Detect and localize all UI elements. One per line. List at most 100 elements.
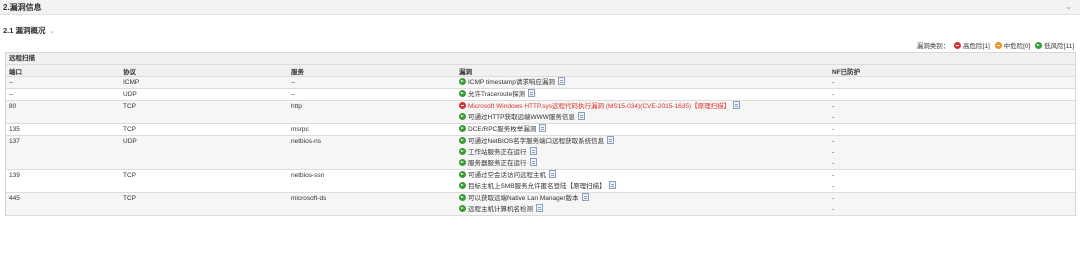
low-risk-icon	[459, 78, 466, 85]
document-icon[interactable]	[581, 193, 589, 201]
high-risk-icon	[459, 102, 466, 109]
vuln-name-link[interactable]: 远程主机计算机名检测	[468, 206, 533, 213]
low-risk-icon	[459, 148, 466, 155]
cell-protocol: ICMP	[123, 79, 140, 86]
table-caption: 远程扫描	[6, 53, 1075, 65]
section-title: 2.漏洞信息	[3, 3, 42, 12]
vuln-item[interactable]: DCE/RPC服务枚举漏洞	[459, 124, 826, 135]
vuln-item[interactable]: 允许Traceroute探测	[459, 89, 826, 100]
vuln-item[interactable]: 工作站服务正在运行	[459, 147, 826, 158]
chevron-down-icon[interactable]: ⌄	[49, 26, 55, 35]
cell-service: --	[291, 91, 296, 98]
vuln-name-link[interactable]: 可以获取远端Native Lan Manager版本	[468, 195, 579, 202]
cell-port: 80	[9, 103, 17, 110]
low-risk-icon	[459, 194, 466, 201]
cell-nf-protected: -	[832, 103, 835, 110]
subsection-title-text: 2.1 漏洞概况	[3, 26, 46, 35]
cell-port: --	[9, 91, 14, 98]
cell-protocol: UDP	[123, 138, 137, 145]
table-row: 139 TCP netbios-ssn 可通过空会话访问远程主机 目标主机上SMB服务允…	[6, 169, 1075, 193]
header-protocol: 协议	[120, 65, 288, 77]
vuln-item[interactable]: 远程主机计算机名检测	[459, 204, 826, 215]
remote-scan-table: 远程扫描 端口 协议 服务 漏洞 NF已防护 -- ICMP -- ICMP time…	[5, 52, 1076, 216]
low-risk-icon	[1035, 42, 1043, 49]
table-row: 137 UDP netbios-ns 可通过NetBIOS名字服务端口远程获取系统信息…	[6, 135, 1075, 170]
vuln-name-link[interactable]: 允许Traceroute探测	[468, 91, 525, 98]
cell-service: --	[291, 79, 296, 86]
cell-nf-protected: -	[832, 126, 835, 133]
cell-protocol: TCP	[123, 172, 136, 179]
table-row: -- UDP -- 允许Traceroute探测 -	[6, 88, 1075, 101]
legend-mid: 中危险[0]	[994, 42, 1031, 50]
document-icon[interactable]	[607, 136, 615, 144]
cell-protocol: TCP	[123, 126, 136, 133]
document-icon[interactable]	[536, 204, 543, 212]
document-icon[interactable]	[539, 124, 547, 132]
vuln-item[interactable]: 服务器服务正在运行	[459, 158, 826, 169]
cell-service: microsoft-ds	[291, 195, 327, 202]
cell-service: http	[291, 103, 302, 110]
header-vuln: 漏洞	[456, 65, 829, 77]
legend-mid-label: 中危险[0]	[1003, 43, 1031, 50]
cell-nf-protected: -	[832, 206, 835, 213]
vuln-item[interactable]: Microsoft Windows HTTP.sys远程代码执行漏洞 (MS15…	[459, 101, 826, 112]
table-row: 135 TCP msrpc DCE/RPC服务枚举漏洞 -	[6, 123, 1075, 136]
cell-nf-protected: -	[832, 195, 835, 202]
low-risk-icon	[459, 125, 466, 132]
risk-legend: 漏洞类别： 高危险[1] 中危险[0] 低风险[11]	[917, 40, 1074, 50]
document-icon[interactable]	[733, 101, 741, 109]
low-risk-icon	[459, 159, 466, 166]
vuln-name-link[interactable]: 工作站服务正在运行	[468, 149, 527, 156]
vuln-name-link[interactable]: 服务器服务正在运行	[468, 160, 527, 167]
vuln-name-link[interactable]: DCE/RPC服务枚举漏洞	[468, 126, 536, 133]
legend-high-label: 高危险[1]	[963, 43, 990, 50]
document-icon[interactable]	[528, 89, 536, 97]
cell-nf-protected: -	[832, 138, 835, 145]
cell-nf-protected: -	[832, 79, 835, 86]
vuln-item[interactable]: 可以获取远端Native Lan Manager版本	[459, 193, 826, 204]
cell-nf-protected: -	[832, 160, 835, 167]
cell-nf-protected: -	[832, 183, 835, 190]
cell-nf-protected: -	[832, 172, 835, 179]
cell-port: --	[9, 79, 14, 86]
table-row: 80 TCP http Microsoft Windows HTTP.sys远程代码执…	[6, 100, 1075, 124]
vuln-name-link[interactable]: Microsoft Windows HTTP.sys远程代码执行漏洞 (MS15…	[468, 103, 730, 110]
table-header-row: 端口 协议 服务 漏洞 NF已防护	[6, 65, 1075, 77]
document-icon[interactable]	[529, 158, 537, 166]
document-icon[interactable]	[608, 181, 616, 189]
vuln-item[interactable]: ICMP timestamp请求响应漏洞	[459, 77, 826, 88]
cell-service: netbios-ssn	[291, 172, 325, 179]
low-risk-icon	[459, 137, 466, 144]
cell-protocol: UDP	[123, 91, 137, 98]
legend-low: 低风险[11]	[1035, 42, 1074, 50]
legend-high: 高危险[1]	[954, 42, 990, 50]
document-icon[interactable]	[577, 112, 585, 120]
vuln-item[interactable]: 可通过NetBIOS名字服务端口远程获取系统信息	[459, 136, 826, 147]
vuln-name-link[interactable]: 可通过空会话访问远程主机	[468, 172, 546, 179]
vuln-item[interactable]: 目标主机上SMB服务允许匿名登陆【原理扫描】	[459, 181, 826, 192]
header-service: 服务	[288, 65, 456, 77]
chevron-down-icon[interactable]: ⌄	[1065, 2, 1072, 11]
section-header[interactable]: 2.漏洞信息 ⌄	[0, 0, 1080, 15]
cell-service: msrpc	[291, 126, 309, 133]
vuln-name-link[interactable]: 可通过HTTP获取远端WWW服务信息	[468, 114, 575, 121]
cell-nf-protected: -	[832, 114, 835, 121]
cell-protocol: TCP	[123, 103, 136, 110]
vuln-name-link[interactable]: ICMP timestamp请求响应漏洞	[468, 79, 555, 86]
cell-protocol: TCP	[123, 195, 136, 202]
header-nf: NF已防护	[829, 65, 1075, 77]
medium-risk-icon	[994, 42, 1002, 49]
document-icon[interactable]	[529, 147, 537, 155]
vuln-item[interactable]: 可通过HTTP获取远端WWW服务信息	[459, 112, 826, 123]
document-icon[interactable]	[557, 77, 565, 85]
cell-service: netbios-ns	[291, 138, 321, 145]
subsection-title[interactable]: 2.1 漏洞概况 ⌄	[3, 25, 55, 36]
table-row: 445 TCP microsoft-ds 可以获取远端Native Lan Manag…	[6, 192, 1075, 216]
vuln-name-link[interactable]: 目标主机上SMB服务允许匿名登陆【原理扫描】	[468, 183, 606, 190]
vuln-item[interactable]: 可通过空会话访问远程主机	[459, 170, 826, 181]
vuln-name-link[interactable]: 可通过NetBIOS名字服务端口远程获取系统信息	[468, 138, 604, 145]
low-risk-icon	[459, 90, 466, 97]
document-icon[interactable]	[549, 170, 556, 178]
cell-port: 137	[9, 138, 20, 145]
header-port: 端口	[6, 65, 120, 77]
